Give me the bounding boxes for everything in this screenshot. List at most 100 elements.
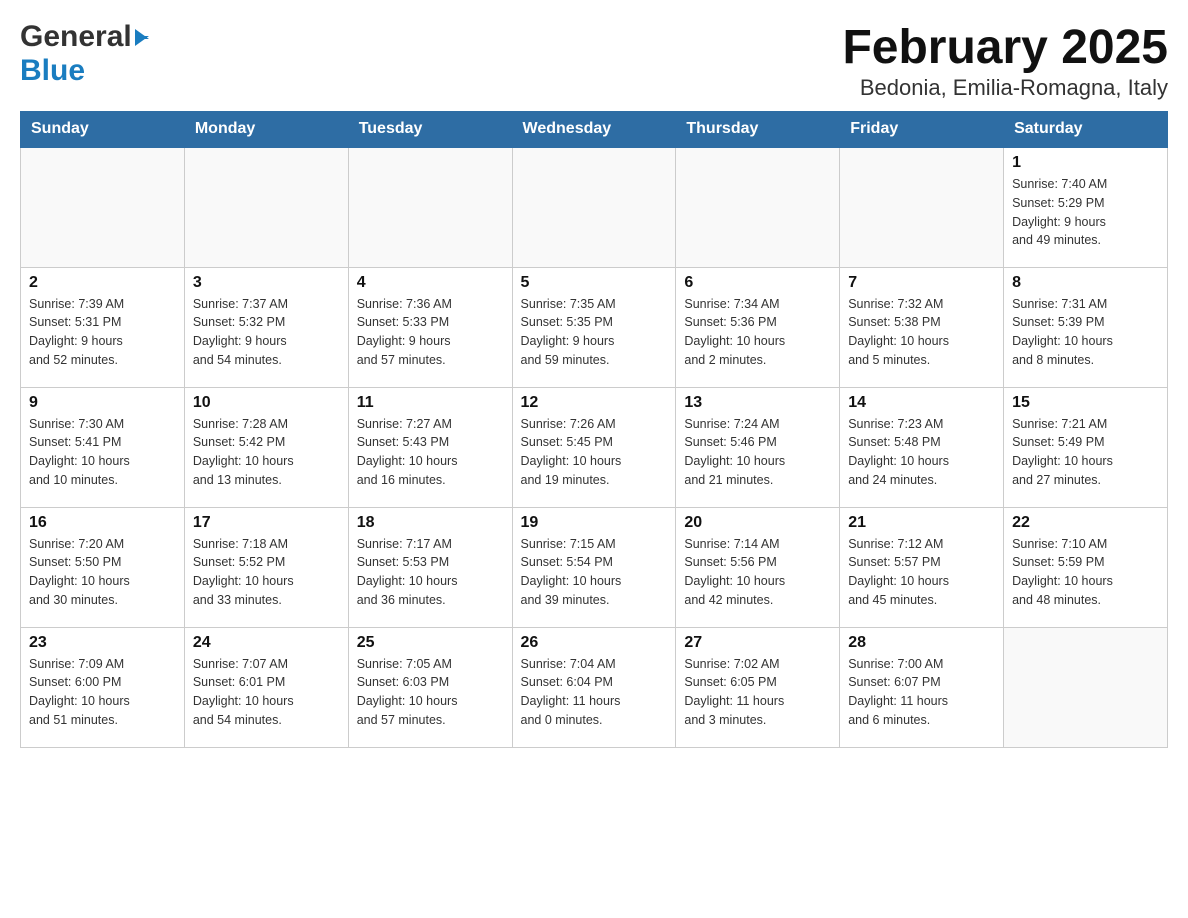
calendar-cell: 2 Sunrise: 7:39 AMSunset: 5:31 PMDaylight… bbox=[21, 267, 185, 387]
col-sunday: Sunday bbox=[21, 112, 185, 148]
day-info: Sunrise: 7:28 AMSunset: 5:42 PMDaylight:… bbox=[193, 417, 294, 487]
page-header: General Blue February 2025 Bedonia, Emil… bbox=[20, 20, 1168, 101]
day-info: Sunrise: 7:34 AMSunset: 5:36 PMDaylight:… bbox=[684, 297, 785, 367]
day-info: Sunrise: 7:04 AMSunset: 6:04 PMDaylight:… bbox=[521, 657, 621, 727]
day-info: Sunrise: 7:23 AMSunset: 5:48 PMDaylight:… bbox=[848, 417, 949, 487]
day-number: 9 bbox=[29, 394, 176, 412]
day-number: 28 bbox=[848, 634, 995, 652]
day-number: 10 bbox=[193, 394, 340, 412]
calendar-cell: 9 Sunrise: 7:30 AMSunset: 5:41 PMDaylight… bbox=[21, 387, 185, 507]
day-number: 25 bbox=[357, 634, 504, 652]
col-saturday: Saturday bbox=[1004, 112, 1168, 148]
calendar-cell: 20 Sunrise: 7:14 AMSunset: 5:56 PMDayligh… bbox=[676, 507, 840, 627]
calendar-cell: 27 Sunrise: 7:02 AMSunset: 6:05 PMDayligh… bbox=[676, 627, 840, 747]
calendar-cell: 4 Sunrise: 7:36 AMSunset: 5:33 PMDaylight… bbox=[348, 267, 512, 387]
calendar-week-row: 23 Sunrise: 7:09 AMSunset: 6:00 PMDayligh… bbox=[21, 627, 1168, 747]
day-info: Sunrise: 7:20 AMSunset: 5:50 PMDaylight:… bbox=[29, 537, 130, 607]
day-number: 21 bbox=[848, 514, 995, 532]
day-info: Sunrise: 7:17 AMSunset: 5:53 PMDaylight:… bbox=[357, 537, 458, 607]
col-friday: Friday bbox=[840, 112, 1004, 148]
day-info: Sunrise: 7:14 AMSunset: 5:56 PMDaylight:… bbox=[684, 537, 785, 607]
location-title: Bedonia, Emilia-Romagna, Italy bbox=[842, 75, 1168, 101]
calendar-cell: 13 Sunrise: 7:24 AMSunset: 5:46 PMDayligh… bbox=[676, 387, 840, 507]
calendar-week-row: 2 Sunrise: 7:39 AMSunset: 5:31 PMDaylight… bbox=[21, 267, 1168, 387]
calendar-cell: 3 Sunrise: 7:37 AMSunset: 5:32 PMDaylight… bbox=[184, 267, 348, 387]
calendar-cell: 1 Sunrise: 7:40 AMSunset: 5:29 PMDaylight… bbox=[1004, 147, 1168, 267]
day-info: Sunrise: 7:35 AMSunset: 5:35 PMDaylight:… bbox=[521, 297, 616, 367]
calendar-header-row: Sunday Monday Tuesday Wednesday Thursday… bbox=[21, 112, 1168, 148]
day-info: Sunrise: 7:24 AMSunset: 5:46 PMDaylight:… bbox=[684, 417, 785, 487]
day-info: Sunrise: 7:21 AMSunset: 5:49 PMDaylight:… bbox=[1012, 417, 1113, 487]
day-info: Sunrise: 7:40 AMSunset: 5:29 PMDaylight:… bbox=[1012, 177, 1107, 247]
calendar-cell: 16 Sunrise: 7:20 AMSunset: 5:50 PMDayligh… bbox=[21, 507, 185, 627]
logo-blue-text: Blue bbox=[20, 54, 85, 88]
day-info: Sunrise: 7:26 AMSunset: 5:45 PMDaylight:… bbox=[521, 417, 622, 487]
day-info: Sunrise: 7:00 AMSunset: 6:07 PMDaylight:… bbox=[848, 657, 948, 727]
day-number: 20 bbox=[684, 514, 831, 532]
calendar-cell bbox=[21, 147, 185, 267]
day-info: Sunrise: 7:30 AMSunset: 5:41 PMDaylight:… bbox=[29, 417, 130, 487]
calendar-cell: 7 Sunrise: 7:32 AMSunset: 5:38 PMDaylight… bbox=[840, 267, 1004, 387]
calendar-cell: 15Sunrise: 7:21 AMSunset: 5:49 PMDayligh… bbox=[1004, 387, 1168, 507]
calendar-cell: 5 Sunrise: 7:35 AMSunset: 5:35 PMDaylight… bbox=[512, 267, 676, 387]
calendar-cell bbox=[184, 147, 348, 267]
day-info: Sunrise: 7:07 AMSunset: 6:01 PMDaylight:… bbox=[193, 657, 294, 727]
day-info: Sunrise: 7:09 AMSunset: 6:00 PMDaylight:… bbox=[29, 657, 130, 727]
day-info: Sunrise: 7:10 AMSunset: 5:59 PMDaylight:… bbox=[1012, 537, 1113, 607]
day-number: 5 bbox=[521, 274, 668, 292]
calendar-cell: 26Sunrise: 7:04 AMSunset: 6:04 PMDayligh… bbox=[512, 627, 676, 747]
col-thursday: Thursday bbox=[676, 112, 840, 148]
calendar-week-row: 9 Sunrise: 7:30 AMSunset: 5:41 PMDaylight… bbox=[21, 387, 1168, 507]
calendar-cell: 24Sunrise: 7:07 AMSunset: 6:01 PMDayligh… bbox=[184, 627, 348, 747]
day-number: 18 bbox=[357, 514, 504, 532]
calendar-cell bbox=[512, 147, 676, 267]
calendar-cell: 6 Sunrise: 7:34 AMSunset: 5:36 PMDaylight… bbox=[676, 267, 840, 387]
calendar-cell: 17Sunrise: 7:18 AMSunset: 5:52 PMDayligh… bbox=[184, 507, 348, 627]
day-info: Sunrise: 7:37 AMSunset: 5:32 PMDaylight:… bbox=[193, 297, 288, 367]
col-tuesday: Tuesday bbox=[348, 112, 512, 148]
day-info: Sunrise: 7:31 AMSunset: 5:39 PMDaylight:… bbox=[1012, 297, 1113, 367]
day-number: 16 bbox=[29, 514, 176, 532]
day-number: 3 bbox=[193, 274, 340, 292]
logo-general-text: General bbox=[20, 20, 132, 54]
day-number: 8 bbox=[1012, 274, 1159, 292]
day-number: 11 bbox=[357, 394, 504, 412]
day-info: Sunrise: 7:12 AMSunset: 5:57 PMDaylight:… bbox=[848, 537, 949, 607]
calendar-cell bbox=[348, 147, 512, 267]
day-number: 13 bbox=[684, 394, 831, 412]
calendar-cell: 22 Sunrise: 7:10 AMSunset: 5:59 PMDayligh… bbox=[1004, 507, 1168, 627]
day-number: 14 bbox=[848, 394, 995, 412]
day-number: 2 bbox=[29, 274, 176, 292]
day-info: Sunrise: 7:02 AMSunset: 6:05 PMDaylight:… bbox=[684, 657, 784, 727]
day-number: 23 bbox=[29, 634, 176, 652]
day-number: 4 bbox=[357, 274, 504, 292]
calendar-cell: 18 Sunrise: 7:17 AMSunset: 5:53 PMDayligh… bbox=[348, 507, 512, 627]
calendar-cell: 23 Sunrise: 7:09 AMSunset: 6:00 PMDayligh… bbox=[21, 627, 185, 747]
day-info: Sunrise: 7:15 AMSunset: 5:54 PMDaylight:… bbox=[521, 537, 622, 607]
calendar-cell: 12 Sunrise: 7:26 AMSunset: 5:45 PMDayligh… bbox=[512, 387, 676, 507]
title-section: February 2025 Bedonia, Emilia-Romagna, I… bbox=[842, 20, 1168, 101]
day-info: Sunrise: 7:05 AMSunset: 6:03 PMDaylight:… bbox=[357, 657, 458, 727]
day-info: Sunrise: 7:36 AMSunset: 5:33 PMDaylight:… bbox=[357, 297, 452, 367]
calendar-cell bbox=[1004, 627, 1168, 747]
calendar-week-row: 16 Sunrise: 7:20 AMSunset: 5:50 PMDayligh… bbox=[21, 507, 1168, 627]
day-number: 22 bbox=[1012, 514, 1159, 532]
calendar-cell: 21 Sunrise: 7:12 AMSunset: 5:57 PMDayligh… bbox=[840, 507, 1004, 627]
col-wednesday: Wednesday bbox=[512, 112, 676, 148]
calendar-cell: 28 Sunrise: 7:00 AMSunset: 6:07 PMDayligh… bbox=[840, 627, 1004, 747]
day-info: Sunrise: 7:32 AMSunset: 5:38 PMDaylight:… bbox=[848, 297, 949, 367]
day-number: 6 bbox=[684, 274, 831, 292]
day-number: 7 bbox=[848, 274, 995, 292]
day-number: 19 bbox=[521, 514, 668, 532]
calendar-cell bbox=[840, 147, 1004, 267]
day-number: 12 bbox=[521, 394, 668, 412]
day-info: Sunrise: 7:39 AMSunset: 5:31 PMDaylight:… bbox=[29, 297, 124, 367]
day-number: 1 bbox=[1012, 154, 1159, 172]
day-number: 17 bbox=[193, 514, 340, 532]
day-info: Sunrise: 7:27 AMSunset: 5:43 PMDaylight:… bbox=[357, 417, 458, 487]
calendar-cell: 25 Sunrise: 7:05 AMSunset: 6:03 PMDayligh… bbox=[348, 627, 512, 747]
calendar-cell: 11 Sunrise: 7:27 AMSunset: 5:43 PMDayligh… bbox=[348, 387, 512, 507]
day-number: 27 bbox=[684, 634, 831, 652]
calendar-table: Sunday Monday Tuesday Wednesday Thursday… bbox=[20, 111, 1168, 748]
calendar-week-row: 1 Sunrise: 7:40 AMSunset: 5:29 PMDaylight… bbox=[21, 147, 1168, 267]
